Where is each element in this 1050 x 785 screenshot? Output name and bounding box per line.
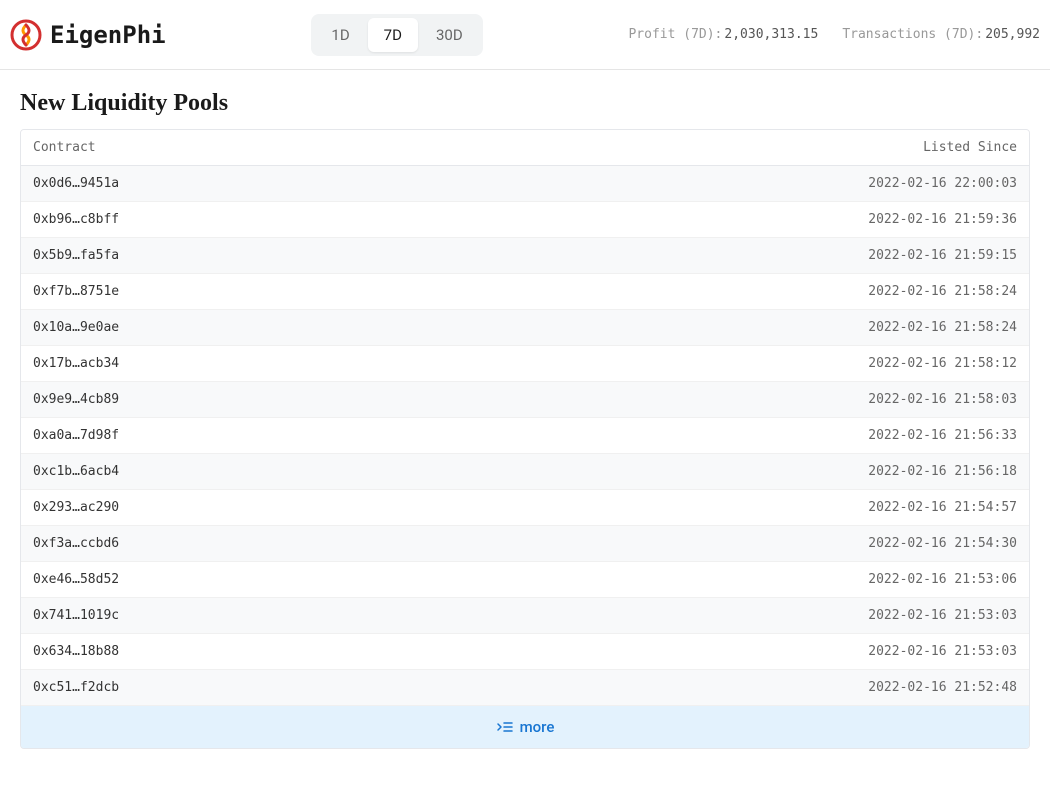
expand-list-icon — [496, 720, 514, 734]
main-content: New Liquidity Pools Contract Listed Sinc… — [0, 70, 1050, 769]
listed-since: 2022-02-16 21:52:48 — [868, 680, 1017, 695]
tab-7d[interactable]: 7D — [368, 18, 418, 52]
listed-since: 2022-02-16 21:56:33 — [868, 428, 1017, 443]
contract-address: 0x293…ac290 — [33, 500, 119, 515]
header: EigenPhi 1D 7D 30D Profit (7D): 2,030,31… — [0, 0, 1050, 70]
listed-since: 2022-02-16 21:53:03 — [868, 608, 1017, 623]
listed-since: 2022-02-16 21:58:24 — [868, 284, 1017, 299]
table-body: 0x0d6…9451a 2022-02-16 22:00:03 0xb96…c8bf… — [21, 166, 1029, 706]
table-row[interactable]: 0x10a…9e0ae 2022-02-16 21:58:24 — [21, 310, 1029, 346]
transactions-label: Transactions (7D): — [842, 27, 983, 42]
listed-since: 2022-02-16 22:00:03 — [868, 176, 1017, 191]
profit-label: Profit (7D): — [628, 27, 722, 42]
table-row[interactable]: 0xf7b…8751e 2022-02-16 21:58:24 — [21, 274, 1029, 310]
table-row[interactable]: 0xe46…58d52 2022-02-16 21:53:06 — [21, 562, 1029, 598]
table-row[interactable]: 0xa0a…7d98f 2022-02-16 21:56:33 — [21, 418, 1029, 454]
listed-since: 2022-02-16 21:58:03 — [868, 392, 1017, 407]
contract-address: 0x10a…9e0ae — [33, 320, 119, 335]
contract-address: 0x0d6…9451a — [33, 176, 119, 191]
listed-since: 2022-02-16 21:56:18 — [868, 464, 1017, 479]
contract-address: 0x5b9…fa5fa — [33, 248, 119, 263]
contract-address: 0x741…1019c — [33, 608, 119, 623]
listed-since: 2022-02-16 21:53:03 — [868, 644, 1017, 659]
contract-address: 0xa0a…7d98f — [33, 428, 119, 443]
contract-address: 0xe46…58d52 — [33, 572, 119, 587]
contract-address: 0x9e9…4cb89 — [33, 392, 119, 407]
tab-30d[interactable]: 30D — [420, 18, 479, 52]
listed-since: 2022-02-16 21:59:36 — [868, 212, 1017, 227]
table-row[interactable]: 0xf3a…ccbd6 2022-02-16 21:54:30 — [21, 526, 1029, 562]
contract-address: 0xc51…f2dcb — [33, 680, 119, 695]
stats-section: Profit (7D): 2,030,313.15 Transactions (… — [628, 27, 1040, 42]
transactions-stat: Transactions (7D): 205,992 — [842, 27, 1040, 42]
contract-address: 0x634…18b88 — [33, 644, 119, 659]
transactions-value: 205,992 — [985, 27, 1040, 42]
listed-since: 2022-02-16 21:54:30 — [868, 536, 1017, 551]
table-row[interactable]: 0xb96…c8bff 2022-02-16 21:59:36 — [21, 202, 1029, 238]
pools-table: Contract Listed Since 0x0d6…9451a 2022-02… — [20, 129, 1030, 749]
contract-address: 0xf3a…ccbd6 — [33, 536, 119, 551]
table-row[interactable]: 0x17b…acb34 2022-02-16 21:58:12 — [21, 346, 1029, 382]
listed-since: 2022-02-16 21:58:24 — [868, 320, 1017, 335]
profit-value: 2,030,313.15 — [724, 27, 818, 42]
table-row[interactable]: 0x741…1019c 2022-02-16 21:53:03 — [21, 598, 1029, 634]
profit-stat: Profit (7D): 2,030,313.15 — [628, 27, 818, 42]
tab-1d[interactable]: 1D — [315, 18, 365, 52]
contract-address: 0xf7b…8751e — [33, 284, 119, 299]
listed-since: 2022-02-16 21:59:15 — [868, 248, 1017, 263]
column-contract: Contract — [33, 140, 96, 155]
table-row[interactable]: 0x634…18b88 2022-02-16 21:53:03 — [21, 634, 1029, 670]
logo-section[interactable]: EigenPhi — [10, 19, 166, 51]
table-header: Contract Listed Since — [21, 130, 1029, 166]
more-label: more — [520, 718, 555, 736]
time-range-tabs: 1D 7D 30D — [311, 14, 482, 56]
contract-address: 0xc1b…6acb4 — [33, 464, 119, 479]
listed-since: 2022-02-16 21:54:57 — [868, 500, 1017, 515]
listed-since: 2022-02-16 21:53:06 — [868, 572, 1017, 587]
contract-address: 0xb96…c8bff — [33, 212, 119, 227]
table-row[interactable]: 0x293…ac290 2022-02-16 21:54:57 — [21, 490, 1029, 526]
table-row[interactable]: 0xc1b…6acb4 2022-02-16 21:56:18 — [21, 454, 1029, 490]
table-row[interactable]: 0x9e9…4cb89 2022-02-16 21:58:03 — [21, 382, 1029, 418]
more-button[interactable]: more — [21, 706, 1029, 748]
listed-since: 2022-02-16 21:58:12 — [868, 356, 1017, 371]
logo-icon — [10, 19, 42, 51]
contract-address: 0x17b…acb34 — [33, 356, 119, 371]
section-title: New Liquidity Pools — [20, 90, 1030, 117]
table-row[interactable]: 0xc51…f2dcb 2022-02-16 21:52:48 — [21, 670, 1029, 706]
table-row[interactable]: 0x5b9…fa5fa 2022-02-16 21:59:15 — [21, 238, 1029, 274]
table-row[interactable]: 0x0d6…9451a 2022-02-16 22:00:03 — [21, 166, 1029, 202]
column-listed-since: Listed Since — [923, 140, 1017, 155]
logo-text: EigenPhi — [50, 21, 166, 49]
